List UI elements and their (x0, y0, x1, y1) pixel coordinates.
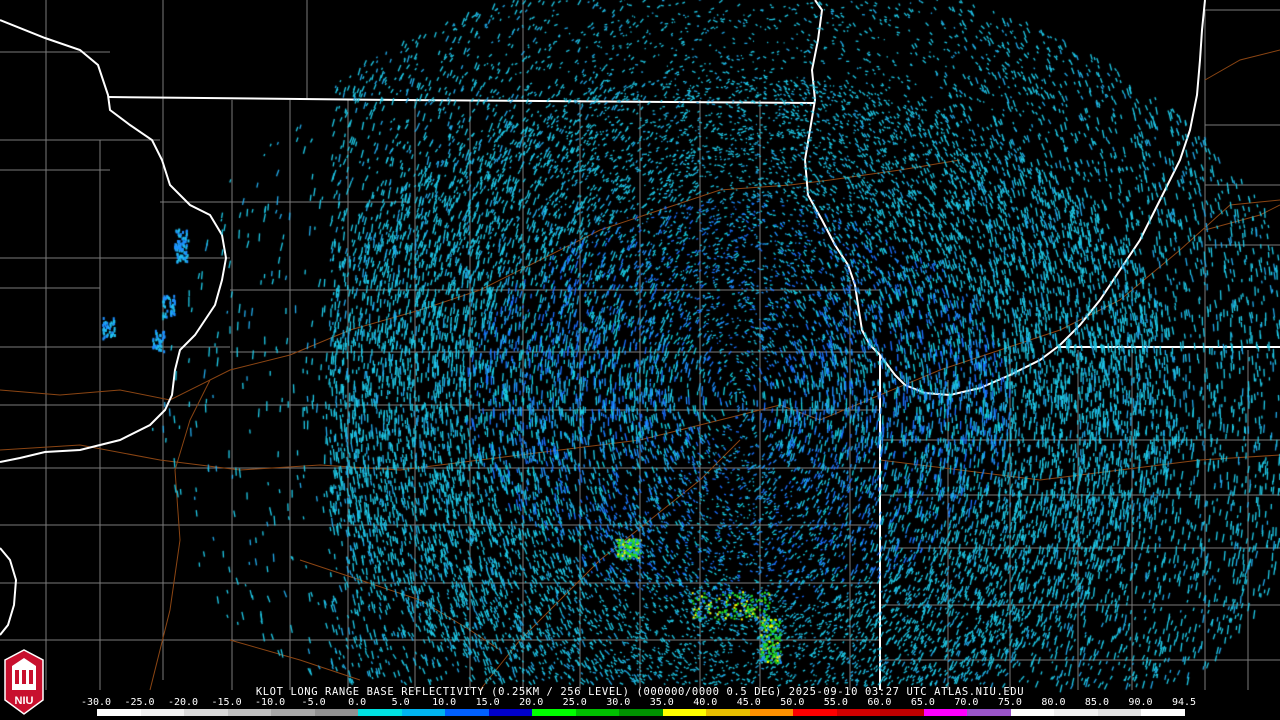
colorbar-label: 75.0 (997, 697, 1022, 708)
colorbar-label: -20.0 (167, 697, 199, 708)
colorbar-label: 40.0 (693, 697, 718, 708)
colorbar-label: 55.0 (823, 697, 848, 708)
colorbar-label: -10.0 (255, 697, 286, 708)
colorbar-label: 70.0 (954, 697, 979, 708)
colorbar-label: 80.0 (1041, 697, 1066, 708)
colorbar-label: 0.0 (348, 697, 367, 708)
colorbar-labels: -30.0 -25.0 -20.0 -15.0 -10.0 -5.0 0.0 5.0 10.0 1… (81, 697, 1197, 708)
logo-text: NIU (15, 695, 34, 707)
colorbar-label: 60.0 (867, 697, 892, 708)
colorbar-label: 20.0 (519, 697, 544, 708)
reflectivity-colorbar (96, 708, 1186, 717)
colorbar-label: 50.0 (780, 697, 805, 708)
colorbar-label: 15.0 (475, 697, 500, 708)
colorbar-label: 30.0 (606, 697, 631, 708)
colorbar-segment (358, 709, 402, 716)
colorbar-segment (575, 709, 620, 716)
colorbar-segment (1097, 709, 1142, 716)
colorbar-label: 94.5 (1171, 697, 1197, 708)
colorbar-segment (662, 709, 707, 716)
colorbar-segment (706, 709, 750, 716)
colorbar-segment (923, 709, 968, 716)
colorbar-segment (401, 709, 446, 716)
colorbar-segment (227, 709, 272, 716)
colorbar-segment (140, 709, 185, 716)
colorbar-segment (967, 709, 1011, 716)
colorbar-segment (749, 709, 794, 716)
niu-logo: NIU (4, 649, 44, 715)
colorbar-label: 25.0 (562, 697, 587, 708)
colorbar-segment (488, 709, 533, 716)
colorbar-segment (836, 709, 881, 716)
colorbar-segment (97, 709, 141, 716)
colorbar-segment (619, 709, 663, 716)
colorbar-label: 90.0 (1128, 697, 1153, 708)
colorbar-segment (880, 709, 924, 716)
colorbar-label: -25.0 (124, 697, 155, 708)
colorbar-label: 35.0 (649, 697, 674, 708)
colorbar-label: 10.0 (432, 697, 457, 708)
colorbar-segment (314, 709, 359, 716)
colorbar-segment (445, 709, 489, 716)
colorbar-segment (271, 709, 315, 716)
colorbar-segment (532, 709, 576, 716)
colorbar-label: -5.0 (301, 697, 326, 708)
colorbar-segment (184, 709, 228, 716)
radar-reflectivity-echoes (0, 0, 1280, 720)
colorbar-segment (1010, 709, 1055, 716)
colorbar-segment (793, 709, 837, 716)
colorbar-label: 5.0 (391, 697, 410, 708)
colorbar-segment (1141, 709, 1185, 716)
colorbar-segment (1054, 709, 1098, 716)
colorbar-label: -15.0 (211, 697, 242, 708)
colorbar-label: 85.0 (1084, 697, 1109, 708)
colorbar-label: -30.0 (80, 697, 112, 708)
colorbar-label: 45.0 (736, 697, 761, 708)
colorbar-label: 65.0 (910, 697, 935, 708)
